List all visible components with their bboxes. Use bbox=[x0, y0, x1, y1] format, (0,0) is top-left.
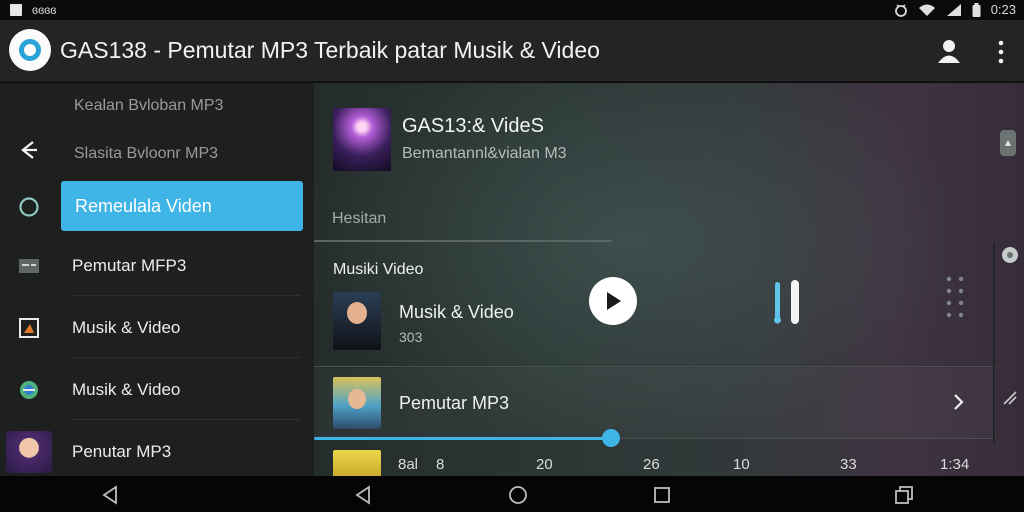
divider bbox=[70, 357, 300, 358]
resize-icon[interactable] bbox=[1000, 388, 1020, 408]
section-label: Hesitan bbox=[332, 210, 387, 227]
signal-icon bbox=[946, 3, 961, 16]
app-bar: GAS138 - Pemutar MP3 Terbaik patar Musik… bbox=[0, 20, 1024, 82]
browser-icon bbox=[18, 379, 40, 401]
status-time: 0:23 bbox=[990, 2, 1016, 17]
navigation-bar bbox=[0, 476, 1024, 512]
seek-thumb[interactable] bbox=[602, 429, 620, 447]
wifi-icon bbox=[918, 4, 935, 16]
track-art[interactable] bbox=[333, 377, 381, 429]
alarm-icon bbox=[894, 3, 907, 17]
timeline-label: 8al bbox=[398, 456, 419, 473]
sidebar-item-label: Pemutar MFP3 bbox=[72, 256, 187, 275]
more-vert-icon[interactable] bbox=[994, 38, 1008, 66]
track-art[interactable] bbox=[333, 450, 381, 476]
pause-icon[interactable] bbox=[769, 278, 805, 326]
app-notification-icon bbox=[10, 4, 22, 16]
timeline-label: 20 bbox=[536, 456, 553, 473]
list-icon bbox=[18, 255, 40, 277]
section-divider bbox=[314, 240, 612, 242]
image-icon bbox=[18, 317, 40, 339]
sidebar-item-top-2[interactable]: Slasita Bvloonr MP3 bbox=[74, 145, 218, 163]
scroll-thumb[interactable] bbox=[1002, 247, 1018, 263]
now-playing-subtitle: Bemantannl&vialan M3 bbox=[402, 145, 567, 162]
back-arrow-icon[interactable] bbox=[18, 139, 40, 161]
sidebar-item-musik-video-2[interactable]: Musik & Video bbox=[0, 360, 304, 420]
divider bbox=[70, 419, 300, 420]
scrollbar[interactable] bbox=[993, 243, 995, 443]
divider bbox=[70, 295, 300, 296]
battery-icon bbox=[972, 2, 981, 17]
account-icon[interactable] bbox=[934, 36, 964, 66]
now-playing-art[interactable] bbox=[333, 108, 391, 171]
track-art[interactable] bbox=[333, 292, 381, 350]
sidebar-item-label: Penutar MP3 bbox=[72, 442, 172, 461]
play-button[interactable] bbox=[589, 277, 637, 325]
timeline-label: 10 bbox=[733, 456, 750, 473]
timeline-label: 1:34 bbox=[940, 456, 970, 473]
chevron-right-icon[interactable] bbox=[950, 391, 966, 413]
track-meta: 303 bbox=[399, 329, 423, 345]
timeline-label: 33 bbox=[840, 456, 857, 473]
sub-section-title: Musiki Video bbox=[333, 261, 424, 278]
sidebar-item-musik-video-1[interactable]: Musik & Video bbox=[0, 298, 304, 358]
track-thumbnail bbox=[6, 431, 52, 473]
track-title[interactable]: Musik & Video bbox=[399, 302, 514, 323]
scroll-up-button[interactable] bbox=[1000, 130, 1016, 156]
circle-icon bbox=[19, 197, 39, 217]
caret-up-icon bbox=[1005, 140, 1011, 146]
now-playing-title: GAS13:& VideS bbox=[402, 115, 544, 137]
seek-bar[interactable] bbox=[314, 437, 611, 440]
sidebar-item-active[interactable]: Remeulala Viden bbox=[61, 181, 303, 231]
back-icon[interactable] bbox=[353, 484, 375, 506]
row-divider bbox=[314, 366, 996, 367]
back-icon[interactable] bbox=[100, 484, 122, 506]
recents-icon[interactable] bbox=[651, 484, 673, 506]
track-title[interactable]: Pemutar MP3 bbox=[399, 393, 509, 414]
sidebar-item-penutar-mp3[interactable]: Penutar MP3 bbox=[0, 422, 304, 476]
sidebar-item-pemutar-mfp3[interactable]: Pemutar MFP3 bbox=[0, 236, 304, 296]
drag-handle-icon[interactable] bbox=[944, 273, 968, 323]
status-left-text: ɞɞɞɞ bbox=[32, 3, 57, 17]
play-icon bbox=[607, 292, 621, 310]
sidebar: Kealan Bvloban MP3 Slasita Bvloonr MP3 R… bbox=[0, 83, 314, 476]
sidebar-active-label: Remeulala Viden bbox=[75, 195, 212, 216]
app-logo-icon[interactable] bbox=[9, 29, 51, 71]
sidebar-item-top-1[interactable]: Kealan Bvloban MP3 bbox=[74, 97, 223, 115]
main-panel: GAS13:& VideS Bemantannl&vialan M3 Hesit… bbox=[314, 83, 1024, 476]
status-bar: ɞɞɞɞ 0:23 bbox=[0, 0, 1024, 20]
timeline-label: 26 bbox=[643, 456, 660, 473]
sidebar-item-label: Musik & Video bbox=[72, 318, 181, 337]
overview-icon[interactable] bbox=[893, 484, 915, 506]
app-title: GAS138 - Pemutar MP3 Terbaik patar Musik… bbox=[60, 37, 600, 63]
timeline-label: 8 bbox=[436, 456, 445, 473]
sidebar-item-label: Musik & Video bbox=[72, 380, 181, 399]
home-icon[interactable] bbox=[507, 484, 529, 506]
